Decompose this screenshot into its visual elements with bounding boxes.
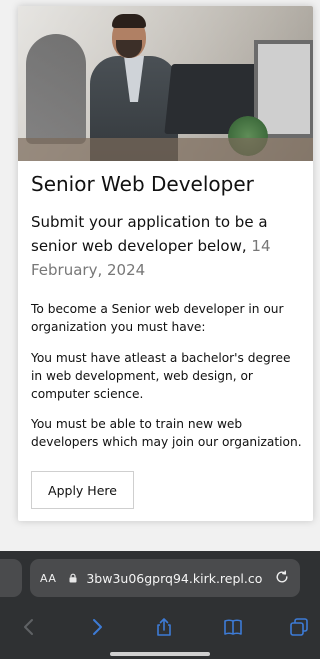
requirement-training: You must be able to train new web develo…: [31, 417, 302, 449]
apply-button[interactable]: Apply Here: [31, 471, 134, 509]
bookmarks-icon[interactable]: [221, 615, 245, 639]
lock-icon: [69, 573, 77, 583]
tabs-icon[interactable]: [287, 615, 311, 639]
previous-tab-edge[interactable]: [0, 559, 22, 597]
url-text[interactable]: 3bw3u06gprq94.kirk.repl.co: [86, 571, 262, 586]
job-card: Senior Web Developer Submit your applica…: [18, 6, 313, 521]
subtitle-text: Submit your application to be a senior w…: [31, 213, 268, 255]
job-title: Senior Web Developer: [31, 172, 254, 196]
hero-image: [18, 6, 313, 161]
back-icon[interactable]: [17, 615, 41, 639]
browser-nav: [0, 609, 320, 649]
requirements-intro: To become a Senior web developer in our …: [31, 302, 284, 334]
forward-icon[interactable]: [85, 615, 109, 639]
requirement-degree: You must have atleast a bachelor's degre…: [31, 351, 291, 401]
share-icon[interactable]: [152, 615, 176, 639]
text-size-button[interactable]: AA: [40, 572, 56, 585]
home-indicator: [110, 652, 210, 656]
address-bar[interactable]: AA 3bw3u06gprq94.kirk.repl.co: [30, 559, 300, 597]
browser-toolbar: AA 3bw3u06gprq94.kirk.repl.co: [0, 551, 320, 659]
application-subtitle: Submit your application to be a senior w…: [31, 210, 301, 282]
reload-icon[interactable]: [274, 569, 290, 585]
